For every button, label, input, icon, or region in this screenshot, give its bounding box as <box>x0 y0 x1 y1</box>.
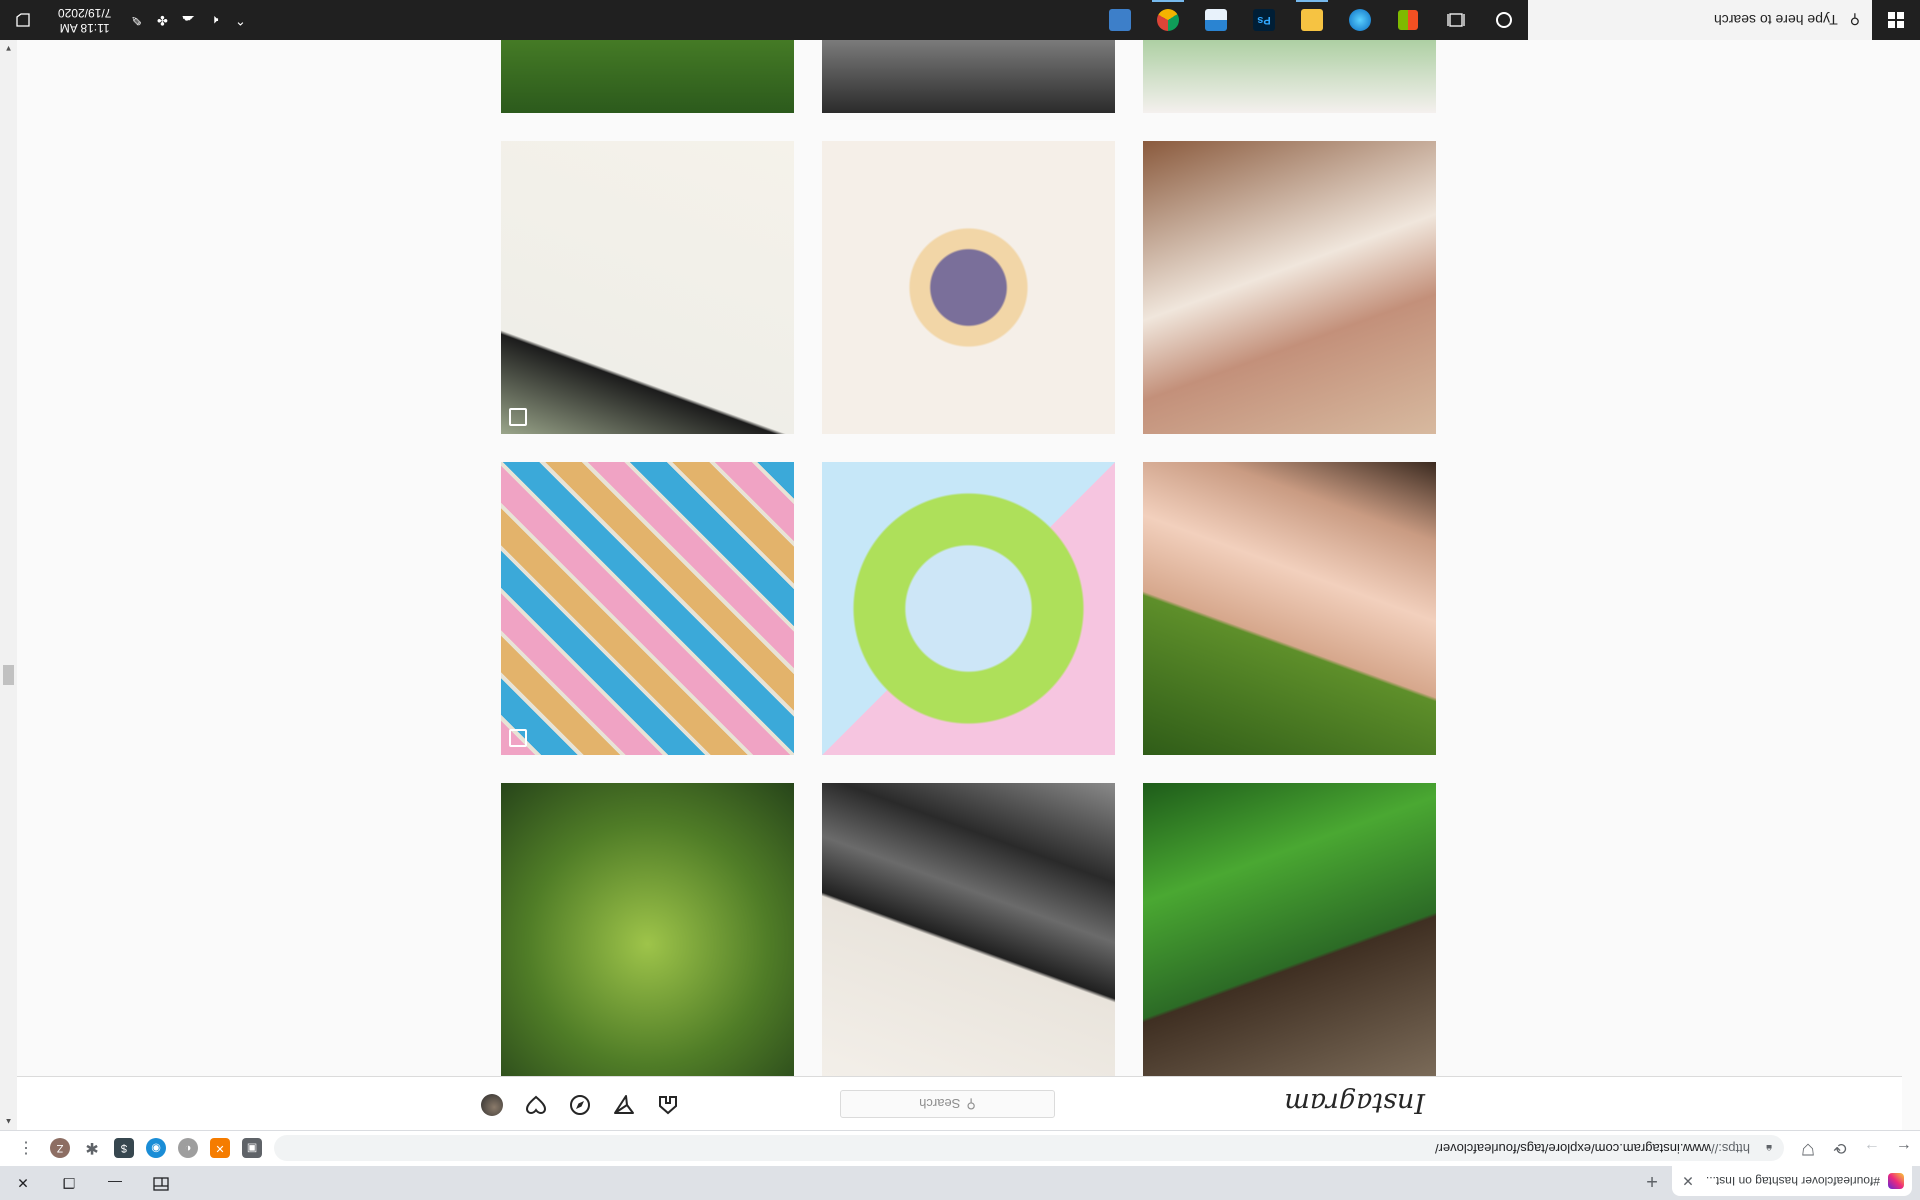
tab-title: #fourleafclover hashtag on Inst... <box>1705 1174 1880 1188</box>
post-tile[interactable] <box>501 40 794 113</box>
shield-icon[interactable]: ⛉ <box>1792 1140 1824 1158</box>
edge-browser-icon[interactable] <box>1336 0 1384 40</box>
post-tile[interactable] <box>1143 783 1436 1076</box>
post-tile[interactable] <box>1143 141 1436 434</box>
post-tile[interactable] <box>822 783 1115 1076</box>
cortana-icon[interactable] <box>1480 0 1528 40</box>
photos-app-icon[interactable] <box>1192 0 1240 40</box>
home-icon[interactable] <box>657 1094 679 1116</box>
post-tile[interactable] <box>822 462 1115 755</box>
new-tab-button[interactable]: + <box>1638 1167 1666 1195</box>
onedrive-cloud-icon[interactable]: ☁ <box>175 12 201 28</box>
puzzle-icon[interactable]: ✱ <box>82 1139 102 1159</box>
extension-icon-4[interactable]: ◉ <box>146 1138 166 1159</box>
extension-icon-5[interactable]: $ <box>114 1138 134 1159</box>
direct-message-icon[interactable] <box>613 1094 635 1116</box>
scrollbar-thumb[interactable] <box>3 665 14 685</box>
nav-icons <box>459 1094 679 1116</box>
extension-icon-1[interactable]: ▣ <box>242 1138 262 1159</box>
profile-avatar[interactable]: Z <box>50 1138 70 1159</box>
microsoft-store-icon[interactable] <box>1384 0 1432 40</box>
windows-start-icon[interactable] <box>1872 0 1920 40</box>
browser-tab-bar: #fourleafclover hashtag on Inst... ✕ + —… <box>0 1166 1920 1200</box>
post-tile-carousel[interactable] <box>501 462 794 755</box>
post-tile-carousel[interactable] <box>501 141 794 434</box>
close-window-button[interactable]: ✕ <box>0 1175 46 1192</box>
instagram-logo[interactable]: Instagram <box>1284 1087 1425 1118</box>
tab-search-icon[interactable] <box>138 1175 184 1192</box>
photoshop-icon[interactable]: Ps <box>1240 0 1288 40</box>
clock-time: 11:18 AM <box>59 21 110 35</box>
scroll-up-arrow-icon[interactable]: ▲ <box>0 1117 17 1126</box>
profile-avatar-icon[interactable] <box>481 1094 503 1116</box>
post-grid <box>501 40 1436 1076</box>
search-icon: ⚲ <box>1849 12 1860 29</box>
reload-icon[interactable]: ⟳ <box>1824 1139 1856 1159</box>
dropbox-icon[interactable]: ✤ <box>149 12 175 28</box>
file-explorer-icon[interactable] <box>1288 0 1336 40</box>
post-tile[interactable] <box>501 783 794 1076</box>
control-panel-icon[interactable] <box>1096 0 1144 40</box>
chrome-browser-icon[interactable] <box>1144 0 1192 40</box>
activity-heart-icon[interactable] <box>525 1094 547 1116</box>
taskbar-clock[interactable]: 11:18 AM 7/19/2020 <box>58 5 111 35</box>
clock-date: 7/19/2020 <box>58 6 112 20</box>
post-tile[interactable] <box>1143 40 1436 113</box>
minimize-button[interactable]: — <box>92 1175 138 1191</box>
post-tile[interactable] <box>822 141 1115 434</box>
scroll-down-arrow-icon[interactable]: ▼ <box>0 44 17 53</box>
browser-toolbar: ← → ⟳ ⛉ 🔒︎ https:// www.instagram.com/ex… <box>0 1130 1920 1166</box>
instagram-favicon-icon <box>1888 1173 1904 1189</box>
forward-arrow-icon[interactable]: → <box>1856 1140 1888 1158</box>
taskbar-search-placeholder: Type here to search <box>1713 12 1838 28</box>
notification-icon[interactable] <box>0 12 46 28</box>
system-tray: ⌃ 🔈︎ ☁ ✤ ✎ 11:18 AM 7/19/2020 <box>0 5 253 35</box>
task-view-icon[interactable] <box>1432 0 1480 40</box>
pen-icon[interactable]: ✎ <box>123 12 149 28</box>
search-placeholder: Search <box>919 1096 961 1112</box>
post-tile[interactable] <box>822 40 1115 113</box>
windows-taskbar: ⚲ Type here to search Ps ⌃ 🔈︎ ☁ ✤ ✎ 11:1… <box>0 0 1920 40</box>
browser-tab[interactable]: #fourleafclover hashtag on Inst... ✕ <box>1672 1166 1912 1196</box>
address-bar[interactable]: 🔒︎ https:// www.instagram.com/explore/ta… <box>274 1135 1784 1162</box>
search-input[interactable]: ⚲ Search <box>840 1090 1055 1118</box>
extension-icon-2[interactable]: ✕ <box>210 1138 230 1159</box>
url-scheme: https:// <box>1710 1141 1750 1156</box>
volume-icon[interactable]: 🔈︎ <box>201 12 227 28</box>
post-tile[interactable] <box>1143 462 1436 755</box>
search-icon: ⚲ <box>966 1097 976 1112</box>
screen: #fourleafclover hashtag on Inst... ✕ + —… <box>0 0 1920 1200</box>
page-scrollbar[interactable]: ▲ ▼ <box>0 40 17 1130</box>
chevron-up-icon[interactable]: ⌃ <box>227 12 253 28</box>
back-arrow-icon[interactable]: ← <box>1888 1140 1920 1158</box>
url-text: www.instagram.com/explore/tags/fourleafc… <box>1434 1141 1711 1156</box>
tab-close-icon[interactable]: ✕ <box>1680 1173 1696 1190</box>
restore-button[interactable]: ❐ <box>46 1175 92 1192</box>
menu-dots-icon[interactable]: ⋮ <box>10 1139 42 1159</box>
taskbar-search-box[interactable]: ⚲ Type here to search <box>1528 0 1872 40</box>
lock-icon: 🔒︎ <box>1766 1142 1772 1155</box>
explore-compass-icon[interactable] <box>569 1094 591 1116</box>
window-controls: — ❐ ✕ <box>0 1166 184 1200</box>
instagram-header: Instagram ⚲ Search <box>0 1076 1902 1130</box>
extension-icon-3[interactable]: ◐ <box>178 1138 198 1159</box>
